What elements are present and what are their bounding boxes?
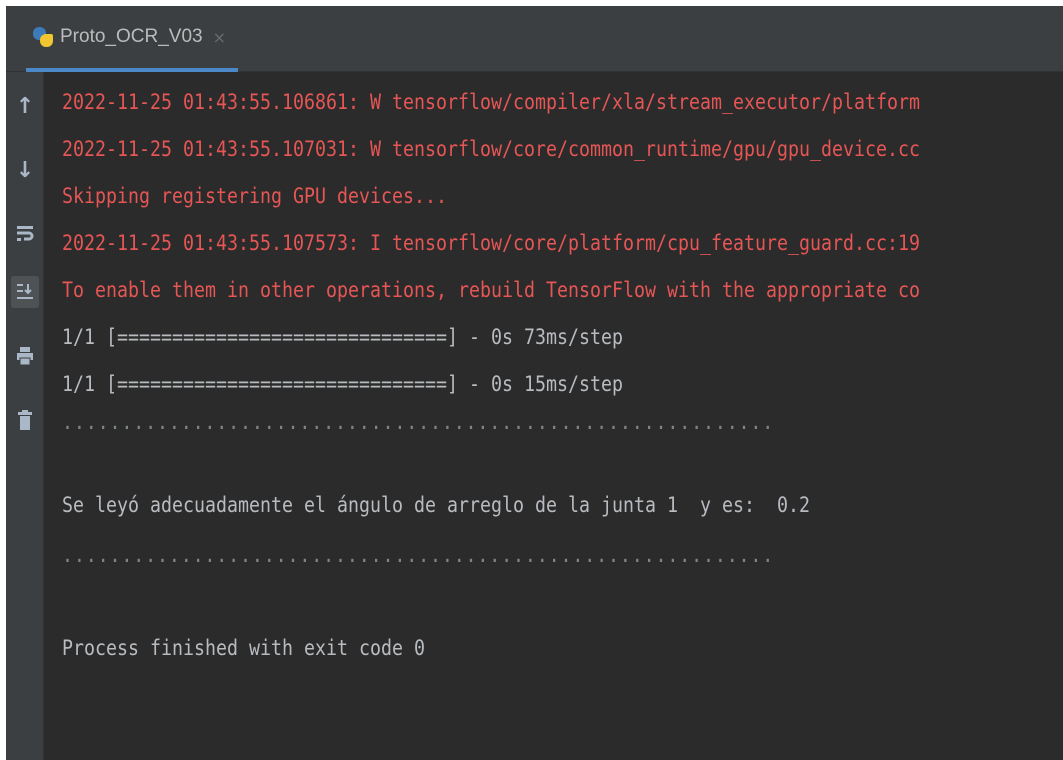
console-line-exit-code: Process finished with exit code 0	[62, 636, 425, 660]
console-line-dots-2: ........................................…	[62, 543, 775, 567]
run-tool-window: Proto_OCR_V03 × ↑ ↓ 2022-11-25 01:43:55.…	[6, 6, 1063, 760]
console-line-progress-1: 1/1 [==============================] - 0…	[62, 325, 623, 349]
scroll-to-end-icon[interactable]	[11, 276, 39, 308]
console-toolbar: ↑ ↓	[6, 72, 44, 760]
print-icon[interactable]	[11, 340, 39, 372]
console-line-warning-2: 2022-11-25 01:43:55.107031: W tensorflow…	[62, 137, 920, 161]
down-arrow-icon[interactable]: ↓	[11, 154, 39, 186]
console-line-skipping-gpu: Skipping registering GPU devices...	[62, 184, 447, 208]
close-icon[interactable]: ×	[213, 28, 226, 47]
trash-icon[interactable]	[11, 404, 39, 436]
console-line-info: 2022-11-25 01:43:55.107573: I tensorflow…	[62, 231, 920, 255]
console-line-enable-hint: To enable them in other operations, rebu…	[62, 278, 920, 302]
soft-wrap-icon[interactable]	[11, 218, 39, 250]
run-tab[interactable]: Proto_OCR_V03 ×	[26, 6, 238, 72]
console-line-result: Se leyó adecuadamente el ángulo de arreg…	[62, 493, 810, 517]
console-line-warning-1: 2022-11-25 01:43:55.106861: W tensorflow…	[62, 90, 920, 114]
up-arrow-icon[interactable]: ↑	[11, 90, 39, 122]
run-tab-bar: Proto_OCR_V03 ×	[6, 6, 1063, 72]
console-output: 2022-11-25 01:43:55.106861: W tensorflow…	[62, 72, 1063, 760]
python-file-icon	[32, 26, 54, 48]
run-tab-label: Proto_OCR_V03	[60, 26, 203, 47]
console-line-dots-1: ........................................…	[62, 410, 775, 434]
console-line-progress-2: 1/1 [==============================] - 0…	[62, 372, 623, 396]
